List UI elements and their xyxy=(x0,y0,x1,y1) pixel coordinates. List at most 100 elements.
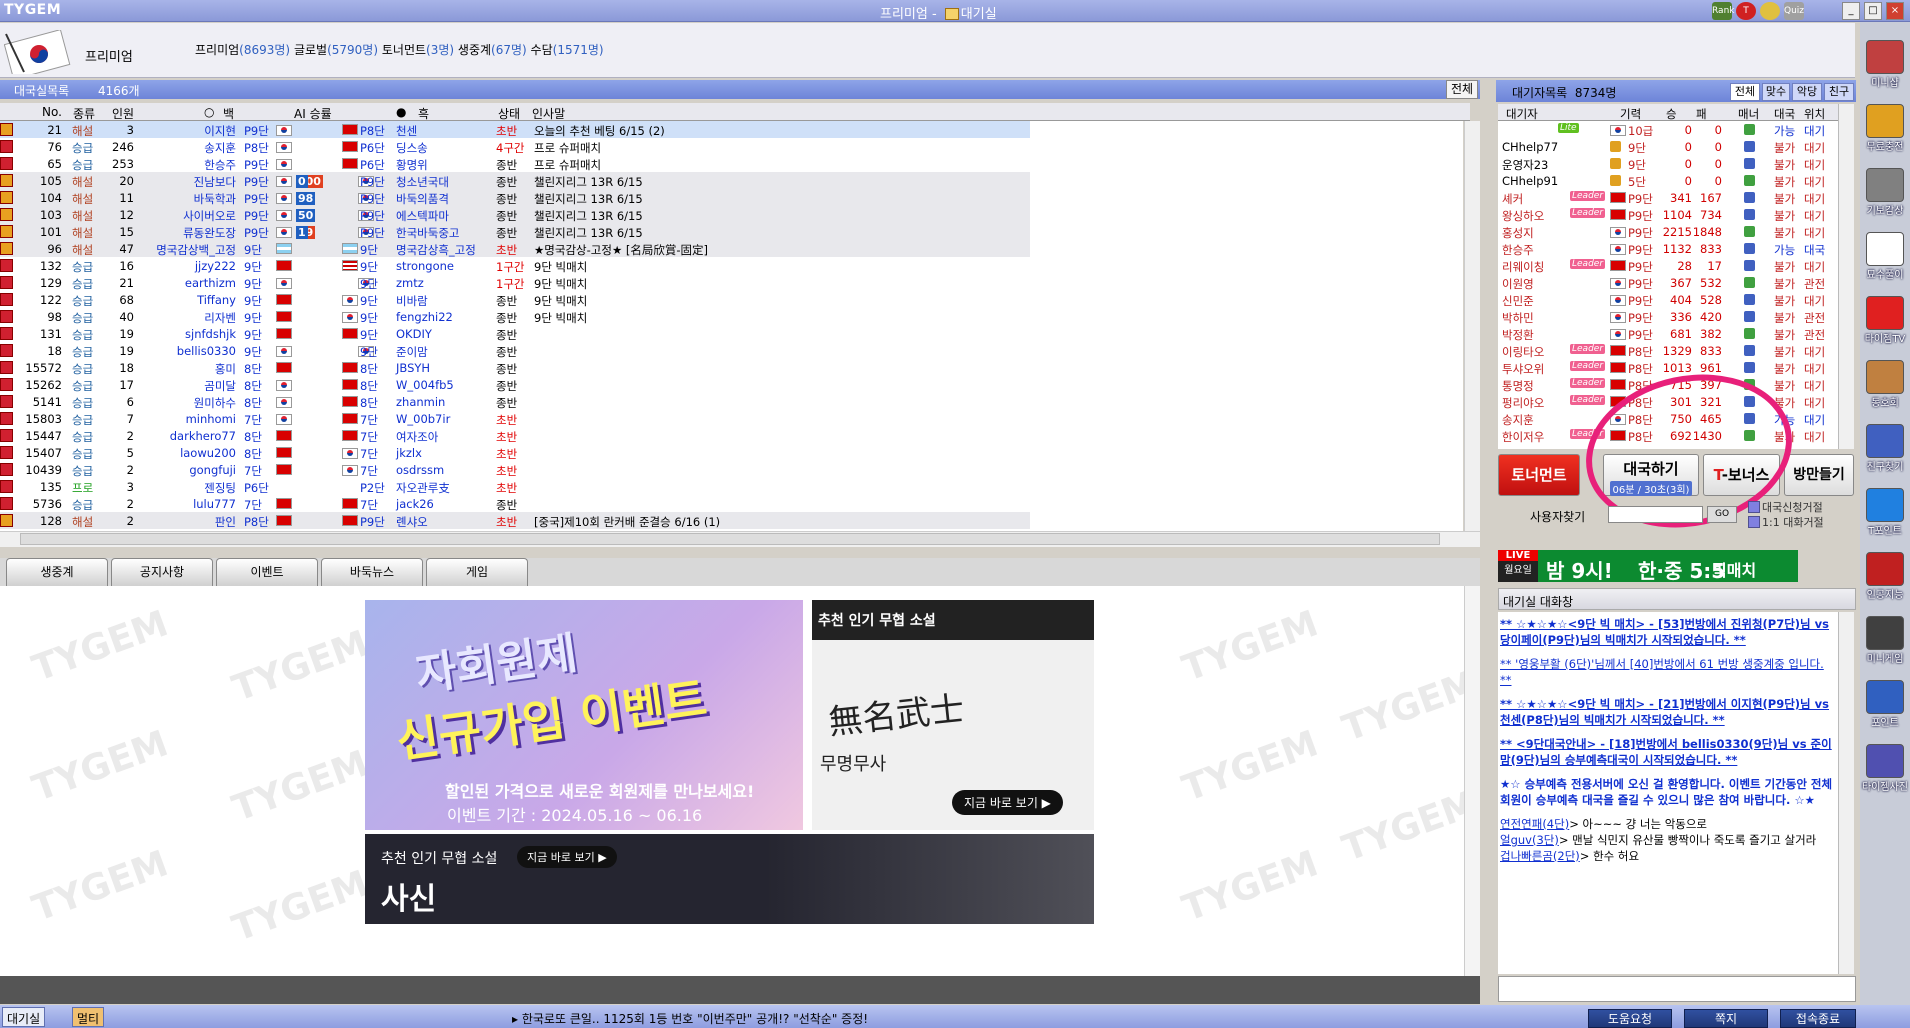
content-scrollbar[interactable] xyxy=(1464,586,1480,976)
chat-user[interactable]: 연전연패(4단) xyxy=(1500,817,1569,831)
waiting-row[interactable]: 홍성지 P9단 2215 1848 불가 대기 xyxy=(1498,223,1838,240)
help-button[interactable]: 도움요청 xyxy=(1588,1009,1672,1028)
table-row[interactable]: 129 승급 21 earthizm 9단 9단 zmtz 1구간 9단 빅매치 xyxy=(0,274,1030,291)
minimize-button[interactable]: _ xyxy=(1842,2,1860,20)
waiting-row[interactable]: 이링타오 Leader P8단 1329 833 불가 대기 xyxy=(1498,342,1838,359)
live-banner[interactable]: LIVE 월요일 밤 9시! 한·중 5:5 빅매치 xyxy=(1498,550,1798,583)
tab-villain[interactable]: 악당 xyxy=(1792,83,1822,101)
waiting-row[interactable]: Lite 10급 0 0 가능 대기 xyxy=(1498,121,1838,138)
col-people[interactable]: 인원 xyxy=(112,105,134,122)
table-row[interactable]: 104해설11바둑학과P9단298P9단바둑의품격종반챌린지리그 13R 6/1… xyxy=(0,189,1030,206)
note-button[interactable]: 쪽지 xyxy=(1684,1009,1768,1028)
bulb-icon[interactable] xyxy=(1760,2,1780,20)
table-row[interactable]: 5141 승급 6 원미하수 8단 8단 zhanmin 종반 xyxy=(0,393,1030,410)
sidebar-shortcut-icon[interactable] xyxy=(1866,360,1904,394)
sidebar-shortcut-icon[interactable] xyxy=(1866,744,1904,778)
waiting-row[interactable]: 셰커 Leader P9단 341 167 불가 대기 xyxy=(1498,189,1838,206)
col-waiter[interactable]: 대기자 xyxy=(1506,106,1538,122)
waiting-scrollbar[interactable] xyxy=(1838,104,1854,449)
col-win[interactable]: 승 xyxy=(1666,106,1677,122)
table-row[interactable]: 15262 승급 17 곰미달 8단 8단 W_004fb5 종반 xyxy=(0,376,1030,393)
sidebar-shortcut-icon[interactable] xyxy=(1866,680,1904,714)
table-row[interactable]: 15447 승급 2 darkhero77 8단 7단 여자조아 초반 xyxy=(0,427,1030,444)
close-button[interactable]: × xyxy=(1886,2,1904,20)
col-black[interactable]: 흑 xyxy=(418,105,429,122)
sidebar-shortcut-icon[interactable] xyxy=(1866,104,1904,138)
table-row[interactable]: 128 해설 2 판인 P8단 P9단 롄샤오 초반 [중국]제10회 란커배 준결승 6/16… xyxy=(0,512,1030,529)
table-row[interactable]: 15572 승급 18 홍미 8단 8단 JBSYH 종반 xyxy=(0,359,1030,376)
chat-scrollbar[interactable] xyxy=(1838,612,1854,974)
table-row[interactable]: 96 해설 47 명국감상백_고정 9단 9단 명국감상흑_고정 초반 ★명국감상-고정★ [名… xyxy=(0,240,1030,257)
hscroll-thumb[interactable] xyxy=(20,533,1440,545)
waiting-row[interactable]: 박정환 P9단 681 382 불가 관전 xyxy=(1498,325,1838,342)
waiting-row[interactable]: CHhelp91 5단 0 0 불가 대기 xyxy=(1498,172,1838,189)
table-row[interactable]: 131 승급 19 sjnfdshjk 9단 9단 OKDIY 종반 xyxy=(0,325,1030,342)
tab-game[interactable]: 게임 xyxy=(426,558,528,586)
multi-tab[interactable]: 멀티 xyxy=(72,1007,105,1027)
table-row[interactable]: 101해설15류동완도장P9단991P9단한국바둑중고종반챌린지리그 13R 6… xyxy=(0,223,1030,240)
tournament-button[interactable]: 토너먼트 xyxy=(1498,454,1580,496)
chat-user[interactable]: 얼guv(3단) xyxy=(1500,833,1559,847)
game-list-scrollbar[interactable] xyxy=(1464,121,1480,531)
col-type[interactable]: 종류 xyxy=(73,105,95,122)
sidebar-shortcut-icon[interactable] xyxy=(1866,232,1904,266)
table-row[interactable]: 135 프로 3 젠징팅 P6단 P2단 자오관루支 초반 xyxy=(0,478,1030,495)
waiting-row[interactable]: 투샤오위 Leader P8단 1013 961 불가 대기 xyxy=(1498,359,1838,376)
sidebar-shortcut-icon[interactable] xyxy=(1866,552,1904,586)
sidebar-shortcut-icon[interactable] xyxy=(1866,488,1904,522)
tab-rival[interactable]: 맞수 xyxy=(1762,83,1790,101)
waiting-row[interactable]: 운영자23 9단 0 0 불가 대기 xyxy=(1498,155,1838,172)
col-ai[interactable]: AI 승률 xyxy=(294,105,332,122)
table-row[interactable]: 122 승급 68 Tiffany 9단 9단 비바람 종반 9단 빅매치 xyxy=(0,291,1030,308)
sidebar-shortcut-icon[interactable] xyxy=(1866,616,1904,650)
table-row[interactable]: 132 승급 16 jjzy222 9단 9단 strongone 1구간 9단 빅매치 xyxy=(0,257,1030,274)
table-row[interactable]: 98 승급 40 리자벤 9단 9단 fengzhi22 종반 9단 빅매치 xyxy=(0,308,1030,325)
col-loss[interactable]: 패 xyxy=(1696,106,1707,122)
waiting-row[interactable]: 왕싱하오 Leader P9단 1104 734 불가 대기 xyxy=(1498,206,1838,223)
tab-premium[interactable]: 프리미엄(8693명) xyxy=(195,43,290,57)
waiting-row[interactable]: 한승주 P9단 1132 833 가능 대국 xyxy=(1498,240,1838,257)
table-row[interactable]: 10439 승급 2 gongfuji 7단 7단 osdrssm 초반 xyxy=(0,461,1030,478)
tab-event[interactable]: 이벤트 xyxy=(216,558,318,586)
col-greeting[interactable]: 인사말 xyxy=(532,105,565,122)
waiting-row[interactable]: 신민준 P9단 404 528 불가 대기 xyxy=(1498,291,1838,308)
reject-play-checkbox[interactable]: 대국신청거절 xyxy=(1748,499,1823,515)
sidebar-shortcut-icon[interactable] xyxy=(1866,424,1904,458)
table-row[interactable]: 5736 승급 2 lulu777 7단 7단 jack26 종반 xyxy=(0,495,1030,512)
tab-notice[interactable]: 공지사항 xyxy=(111,558,213,586)
col-manner[interactable]: 매너 xyxy=(1738,106,1759,122)
waiting-row[interactable]: CHhelp77 9단 0 0 불가 대기 xyxy=(1498,138,1838,155)
sidebar-shortcut-icon[interactable] xyxy=(1866,296,1904,330)
table-row[interactable]: 15803 승급 7 minhomi 7단 7단 W_00b7ir 초반 xyxy=(0,410,1030,427)
table-row[interactable]: 65 승급 253 한승주 P9단 P6단 황명위 종반 프로 슈퍼매치 xyxy=(0,155,1030,172)
tab-tournament[interactable]: 토너먼트(3명) xyxy=(382,43,454,57)
col-grade[interactable]: 기력 xyxy=(1620,106,1641,122)
sidebar-shortcut-icon[interactable] xyxy=(1866,40,1904,74)
col-no[interactable]: No. xyxy=(42,105,62,119)
col-play[interactable]: 대국 xyxy=(1774,106,1795,122)
table-row[interactable]: 15407 승급 5 laowu200 8단 7단 jkzlx 초반 xyxy=(0,444,1030,461)
chat-user[interactable]: 겁나빠른곰(2단) xyxy=(1500,849,1580,863)
table-row[interactable]: 105 해설 20 진남보다 P9단 100 0 P9단 청소년국대 종반 챌린지리그 13R 6/… xyxy=(0,172,1030,189)
table-row[interactable]: 76 승급 246 송지훈 P8단 P6단 딩스송 4구간 프로 슈퍼매치 xyxy=(0,138,1030,155)
waiting-row[interactable]: 리웨이칭 Leader P9단 28 17 불가 대기 xyxy=(1498,257,1838,274)
waiting-row[interactable]: 박하민 P9단 336 420 불가 관전 xyxy=(1498,308,1838,325)
chat-input[interactable] xyxy=(1498,976,1856,1002)
quiz-icon[interactable]: Quiz xyxy=(1784,2,1804,20)
table-row[interactable]: 18 승급 19 bellis0330 9단 9단 준이맘 종반 xyxy=(0,342,1030,359)
tab-live-broadcast[interactable]: 생중계 xyxy=(6,558,108,586)
table-row[interactable]: 21 해설 3 이지현 P9단 P8단 천센 초반 오늘의 추천 베팅 6/15 (2) xyxy=(0,121,1030,138)
novel2-go-button[interactable]: 지금 바로 보기 ▶ xyxy=(517,846,617,868)
sidebar-shortcut-icon[interactable] xyxy=(1866,168,1904,202)
news-ticker[interactable]: ▸ 한국로또 큰일.. 1125회 1등 번호 "이번주만" 공개!? "선착순… xyxy=(512,1010,868,1027)
waiting-row[interactable]: 이원영 P9단 367 532 불가 관전 xyxy=(1498,274,1838,291)
go-button[interactable]: GO xyxy=(1707,506,1737,523)
col-status[interactable]: 상태 xyxy=(498,105,520,122)
tab-news[interactable]: 바둑뉴스 xyxy=(321,558,423,586)
tab-global[interactable]: 글로벌(5790명) xyxy=(294,43,378,57)
tab-all[interactable]: 전체 xyxy=(1730,83,1760,101)
reject-chat-checkbox[interactable]: 1:1 대화거절 xyxy=(1748,514,1824,530)
tab-friend[interactable]: 친구 xyxy=(1824,83,1854,101)
membership-event-banner[interactable]: 자회원제 신규가입 이벤트 할인된 가격으로 새로운 회원제를 만나보세요! 이… xyxy=(365,600,803,830)
novel2-banner[interactable]: 추천 인기 무협 소설 지금 바로 보기 ▶ 사신 xyxy=(365,834,1094,924)
